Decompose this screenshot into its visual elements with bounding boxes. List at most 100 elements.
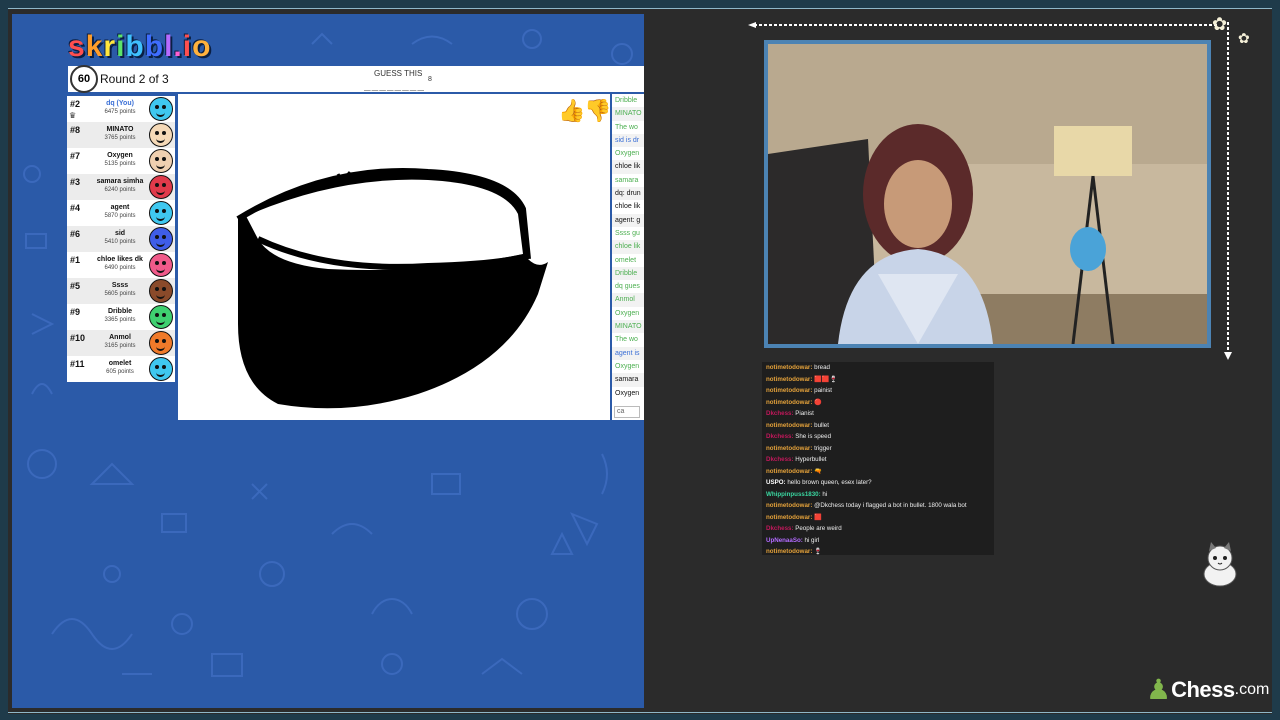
stream-chat-message: USPO: hello brown queen, esex later?	[762, 477, 994, 489]
stream-chat-message: notimetodowar: 🔴	[762, 397, 994, 409]
chat-username: Dkchess:	[766, 456, 796, 463]
arrow-down-icon	[1224, 22, 1232, 360]
player-rank: #2	[70, 99, 81, 109]
player-row[interactable]: #3 samara simha 6240 points	[67, 174, 175, 200]
chat-username: Dkchess:	[766, 433, 796, 440]
player-rank: #9	[70, 307, 81, 317]
player-row[interactable]: #4 agent 5870 points	[67, 200, 175, 226]
player-row[interactable]: #2 dq (You) 6475 points ♛	[67, 96, 175, 122]
cat-icon	[1203, 542, 1237, 587]
chat-text: 🔫	[814, 467, 822, 475]
chat-username: notimetodowar:	[766, 421, 815, 429]
chat-username: notimetodowar:	[766, 467, 815, 475]
player-name: Oxygen	[107, 152, 133, 159]
chat-message: Dribble	[612, 266, 644, 281]
chat-username: UpNenaaSo:	[766, 536, 805, 544]
overlay-line-top	[8, 8, 1272, 9]
arrow-left-icon	[748, 22, 1218, 28]
player-points: 5410 points	[104, 239, 136, 245]
timer-value: 60	[77, 73, 91, 85]
chat-text: hi girl	[804, 536, 820, 544]
logo-letter: s	[68, 30, 86, 63]
player-avatar	[149, 305, 173, 329]
player-points: 3165 points	[104, 343, 136, 349]
player-name: Ssss	[111, 282, 129, 289]
chat-message: samara	[615, 176, 639, 184]
drawing	[236, 167, 548, 409]
player-row[interactable]: #5 Ssss 5605 points	[67, 278, 175, 304]
player-name: MINATO	[106, 126, 134, 133]
player-rank: #11	[70, 359, 85, 369]
drawing-canvas[interactable]: 👍 👎	[178, 94, 611, 420]
stream-chat-message: notimetodowar: trigger	[762, 443, 994, 455]
game-topbar: 60 Round 2 of 3 GUESS THIS ________ 8	[68, 65, 644, 93]
player-row[interactable]: #9 Dribble 3365 points	[67, 304, 175, 330]
chat-text: trigger	[814, 444, 832, 452]
chess-brand-suffix: .com	[1234, 681, 1270, 698]
chat-text: People are weird	[795, 525, 842, 532]
player-row[interactable]: #8 MINATO 3765 points	[67, 122, 175, 148]
chat-message: MINATO	[612, 107, 644, 121]
webcam-frame	[764, 40, 1211, 348]
stream-chat-message: notimetodowar: bread	[762, 362, 994, 374]
player-points: 6240 points	[104, 187, 136, 193]
webcam-feed	[768, 44, 1207, 344]
player-row[interactable]: #10 Anmol 3165 points	[67, 330, 175, 356]
overlay-frame-top	[0, 0, 1280, 8]
player-rank: #4	[70, 203, 81, 213]
chat-username: notimetodowar:	[766, 502, 815, 509]
chat-text: Pianist	[795, 410, 814, 417]
player-points: 3765 points	[104, 135, 136, 141]
chat-message: chloe lik	[612, 240, 644, 254]
player-row[interactable]: #6 sid 5410 points	[67, 226, 175, 252]
chess-brand-name: Chess	[1171, 677, 1235, 702]
player-points: 5605 points	[104, 291, 136, 297]
stream-chat-message: notimetodowar: bullet	[762, 420, 994, 432]
chat-text: @Dkchess today i flagged a bot in bullet…	[814, 502, 967, 509]
chat-text: bread	[814, 364, 830, 371]
logo-letter: .	[173, 30, 183, 63]
player-name: chloe likes dk	[97, 256, 143, 263]
chat-message: The wo	[615, 123, 638, 131]
overlay-line-bottom	[8, 712, 1272, 713]
stream-chat-message: UpNenaaSo: hi girl	[762, 535, 994, 547]
stream-chat-message: Dkchess: Pianist	[762, 408, 994, 420]
chat-text: hello brown queen, esex later?	[787, 479, 872, 486]
player-rank: #6	[70, 229, 81, 239]
chat-text: painist	[814, 387, 833, 394]
thumbs-up-icon[interactable]: 👍	[558, 98, 585, 124]
guess-input[interactable]: ca	[614, 406, 640, 418]
pawn-icon: ♟	[1146, 674, 1172, 705]
chat-message: omelet	[615, 256, 637, 264]
chat-username: notimetodowar:	[766, 398, 815, 406]
player-name: sid	[114, 230, 126, 237]
word-blanks: ________	[364, 78, 425, 91]
overlay-frame-bottom	[0, 714, 1280, 720]
chat-message: Oxygen	[615, 309, 640, 317]
chat-text: bullet	[814, 421, 829, 429]
chat-message: sid is dr	[612, 133, 644, 148]
player-rank: #7	[70, 151, 81, 161]
player-avatar	[149, 331, 173, 355]
chat-username: notimetodowar:	[766, 548, 815, 555]
chat-message: Anmol	[612, 293, 644, 307]
chat-message: chloe lik	[612, 160, 644, 174]
skribbl-logo: skribbl.io	[68, 30, 211, 64]
stream-chat: notimetodowar: bread notimetodowar: 🟥🟥🍷 no…	[762, 362, 994, 555]
stream-chat-message: notimetodowar: painist	[762, 385, 994, 397]
clock-icon: 60	[70, 65, 98, 93]
player-row[interactable]: #7 Oxygen 5135 points	[67, 148, 175, 174]
player-avatar	[149, 175, 173, 199]
chat-message: agent: g	[612, 213, 644, 227]
player-row[interactable]: #11 omelet 605 points	[67, 356, 175, 382]
player-points: 3365 points	[104, 317, 136, 323]
thumbs-down-icon[interactable]: 👎	[584, 98, 611, 124]
chat-text: Hyperbullet	[795, 456, 827, 463]
stream-chat-message: notimetodowar: 🔫	[762, 466, 994, 478]
skribbl-game: skribbl.io 60 Round 2 of 3 GUESS THIS __…	[12, 14, 644, 708]
player-list: #2 dq (You) 6475 points ♛ #8 MINATO 3765 point…	[67, 96, 175, 382]
player-points: 5870 points	[104, 213, 136, 219]
crown-icon: ♛	[69, 111, 77, 120]
player-rank: #8	[70, 125, 81, 135]
player-row[interactable]: #1 chloe likes dk 6490 points	[67, 252, 175, 278]
